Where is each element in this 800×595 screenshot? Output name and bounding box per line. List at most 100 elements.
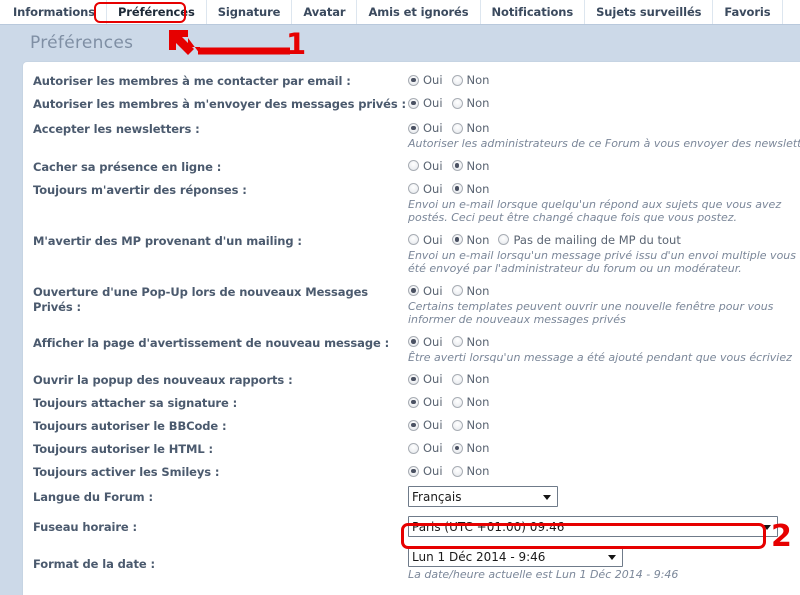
radio-group-autoriser-les-membres-a-m-envoyer-des-messages: Oui Non — [408, 95, 800, 111]
radio-option-oui[interactable]: Oui — [408, 121, 443, 135]
radio-option-label: Non — [466, 96, 490, 110]
preferences-form-panel: Autoriser les membres à me contacter par… — [22, 61, 800, 595]
preference-row: Toujours autoriser le BBCode : Oui Non — [23, 417, 800, 434]
preferences-rows: Autoriser les membres à me contacter par… — [23, 72, 800, 582]
radio-unselected-icon[interactable] — [451, 396, 463, 408]
radio-group-toujours-m-avertir-des-reponses: Oui Non — [408, 181, 800, 197]
preference-row: Autoriser les membres à me contacter par… — [23, 72, 800, 89]
radio-option-label: Pas de mailing de MP du tout — [513, 232, 681, 247]
radio-selected-icon[interactable] — [451, 183, 463, 194]
radio-option-non[interactable]: Non — [451, 96, 490, 110]
radio-option-non[interactable]: Non — [451, 73, 490, 87]
preference-row: Ouverture d'une Pop-Up lors de nouveaux … — [23, 283, 800, 327]
radio-selected-icon[interactable] — [451, 160, 463, 171]
radio-selected-icon[interactable] — [451, 234, 463, 245]
radio-option-non[interactable]: Non — [451, 372, 489, 386]
radio-unselected-icon[interactable] — [451, 97, 463, 109]
radio-option-oui[interactable]: Oui — [408, 73, 443, 87]
radio-option-non[interactable]: Non — [451, 395, 489, 409]
radio-unselected-icon[interactable] — [408, 160, 419, 171]
radio-option-oui[interactable]: Oui — [408, 441, 443, 455]
radio-group-m-avertir-des-mp-provenant-d-un-mailing: Oui Non Pas de mailing de MP du tout — [408, 232, 800, 248]
radio-option-oui[interactable]: Oui — [408, 464, 443, 478]
preference-label-toujours-autoriser-le-html: Toujours autoriser le HTML : — [33, 442, 214, 456]
radio-selected-icon[interactable] — [408, 336, 419, 347]
radio-option-oui[interactable]: Oui — [408, 233, 443, 247]
radio-option-oui[interactable]: Oui — [408, 182, 443, 196]
radio-option-non[interactable]: Non — [451, 233, 489, 247]
timezone-select[interactable]: Paris (UTC +01:00) 09:46 — [408, 516, 778, 537]
radio-option-label: Oui — [423, 418, 443, 432]
radio-option-non[interactable]: Non — [451, 159, 489, 173]
radio-unselected-icon[interactable] — [498, 234, 510, 245]
radio-group-toujours-activer-les-smileys: Oui Non — [408, 463, 800, 479]
radio-option-non[interactable]: Non — [451, 464, 489, 478]
tab-signature[interactable]: Signature — [206, 0, 293, 24]
radio-option-label: Oui — [423, 232, 443, 247]
radio-option-non[interactable]: Non — [451, 121, 489, 135]
tab-notifications[interactable]: Notifications — [480, 0, 586, 24]
page-header-band: Préférences — [0, 25, 800, 61]
radio-option-label: Non — [466, 441, 490, 455]
radio-option-label: Non — [466, 283, 490, 298]
tab-sujets-surveilles[interactable]: Sujets surveillés — [585, 0, 714, 24]
radio-selected-icon[interactable] — [408, 97, 419, 109]
tab-favoris[interactable]: Favoris — [713, 0, 783, 24]
preference-label-fuseau-horaire: Fuseau horaire : — [33, 520, 138, 534]
radio-selected-icon[interactable] — [408, 285, 419, 296]
date-format-select[interactable]: Lun 1 Déc 2014 - 9:46 — [408, 546, 623, 567]
radio-option-oui[interactable]: Oui — [408, 96, 443, 110]
tab-amis-et-ignores[interactable]: Amis et ignorés — [357, 0, 481, 24]
radio-option-non[interactable]: Non — [451, 441, 490, 455]
tab-avatar[interactable]: Avatar — [292, 0, 358, 24]
radio-option-oui[interactable]: Oui — [408, 372, 443, 386]
radio-option-non[interactable]: Non — [451, 283, 490, 298]
radio-option-non[interactable]: Non — [451, 335, 489, 349]
radio-unselected-icon[interactable] — [451, 122, 463, 134]
preference-label-ouverture-d-une-pop-up-lors-de-nouveaux-messag: Ouverture d'une Pop-Up lors de nouveaux … — [33, 284, 369, 314]
preference-control: Français — [408, 486, 800, 507]
radio-unselected-icon[interactable] — [408, 183, 419, 194]
radio-unselected-icon[interactable] — [451, 74, 463, 86]
radio-option-oui[interactable]: Oui — [408, 395, 443, 409]
radio-selected-icon[interactable] — [408, 396, 419, 408]
radio-option-label: Oui — [423, 334, 443, 349]
language-select[interactable]: Français — [408, 486, 558, 507]
radio-unselected-icon[interactable] — [408, 442, 419, 454]
radio-selected-icon[interactable] — [451, 442, 463, 454]
radio-selected-icon[interactable] — [408, 74, 419, 86]
radio-option-oui[interactable]: Oui — [408, 284, 443, 298]
page-body: Autoriser les membres à me contacter par… — [0, 61, 800, 595]
preference-row: Langue du Forum : Français — [23, 486, 800, 507]
radio-option-label: Non — [466, 73, 490, 87]
tab-informations[interactable]: Informations — [2, 0, 107, 24]
preference-row: Ouvrir la popup des nouveaux rapports : O… — [23, 371, 800, 388]
select-wrapper: Lun 1 Déc 2014 - 9:46 — [408, 546, 623, 567]
radio-selected-icon[interactable] — [408, 373, 419, 385]
radio-selected-icon[interactable] — [408, 419, 419, 431]
radio-unselected-icon[interactable] — [451, 373, 463, 385]
tab-label: Préférences — [117, 5, 195, 19]
radio-group-afficher-la-page-d-avertissement-de-nouveau-me: Oui Non — [408, 334, 800, 350]
radio-option-oui[interactable]: Oui — [408, 159, 443, 173]
radio-group-toujours-autoriser-le-bbcode: Oui Non — [408, 417, 800, 433]
radio-group-toujours-autoriser-le-html: Oui Non — [408, 440, 800, 456]
radio-option-pas-de-mailing-de-mp-du-tout[interactable]: Pas de mailing de MP du tout — [498, 232, 681, 247]
radio-selected-icon[interactable] — [408, 122, 419, 134]
preference-label-toujours-activer-les-smileys: Toujours activer les Smileys : — [33, 465, 220, 479]
radio-unselected-icon[interactable] — [451, 465, 463, 477]
preference-row: M'avertir des MP provenant d'un mailing … — [23, 232, 800, 276]
tab-preferences[interactable]: Préférences — [106, 0, 207, 24]
tab-label: Informations — [13, 5, 95, 19]
radio-unselected-icon[interactable] — [451, 336, 463, 347]
radio-option-label: Oui — [423, 73, 443, 87]
radio-option-oui[interactable]: Oui — [408, 418, 443, 432]
radio-option-non[interactable]: Non — [451, 182, 489, 196]
radio-unselected-icon[interactable] — [408, 234, 419, 245]
radio-option-non[interactable]: Non — [451, 418, 489, 432]
radio-option-oui[interactable]: Oui — [408, 335, 443, 349]
radio-unselected-icon[interactable] — [451, 285, 463, 296]
radio-selected-icon[interactable] — [408, 465, 419, 477]
radio-unselected-icon[interactable] — [451, 419, 463, 431]
radio-option-label: Oui — [423, 372, 443, 386]
